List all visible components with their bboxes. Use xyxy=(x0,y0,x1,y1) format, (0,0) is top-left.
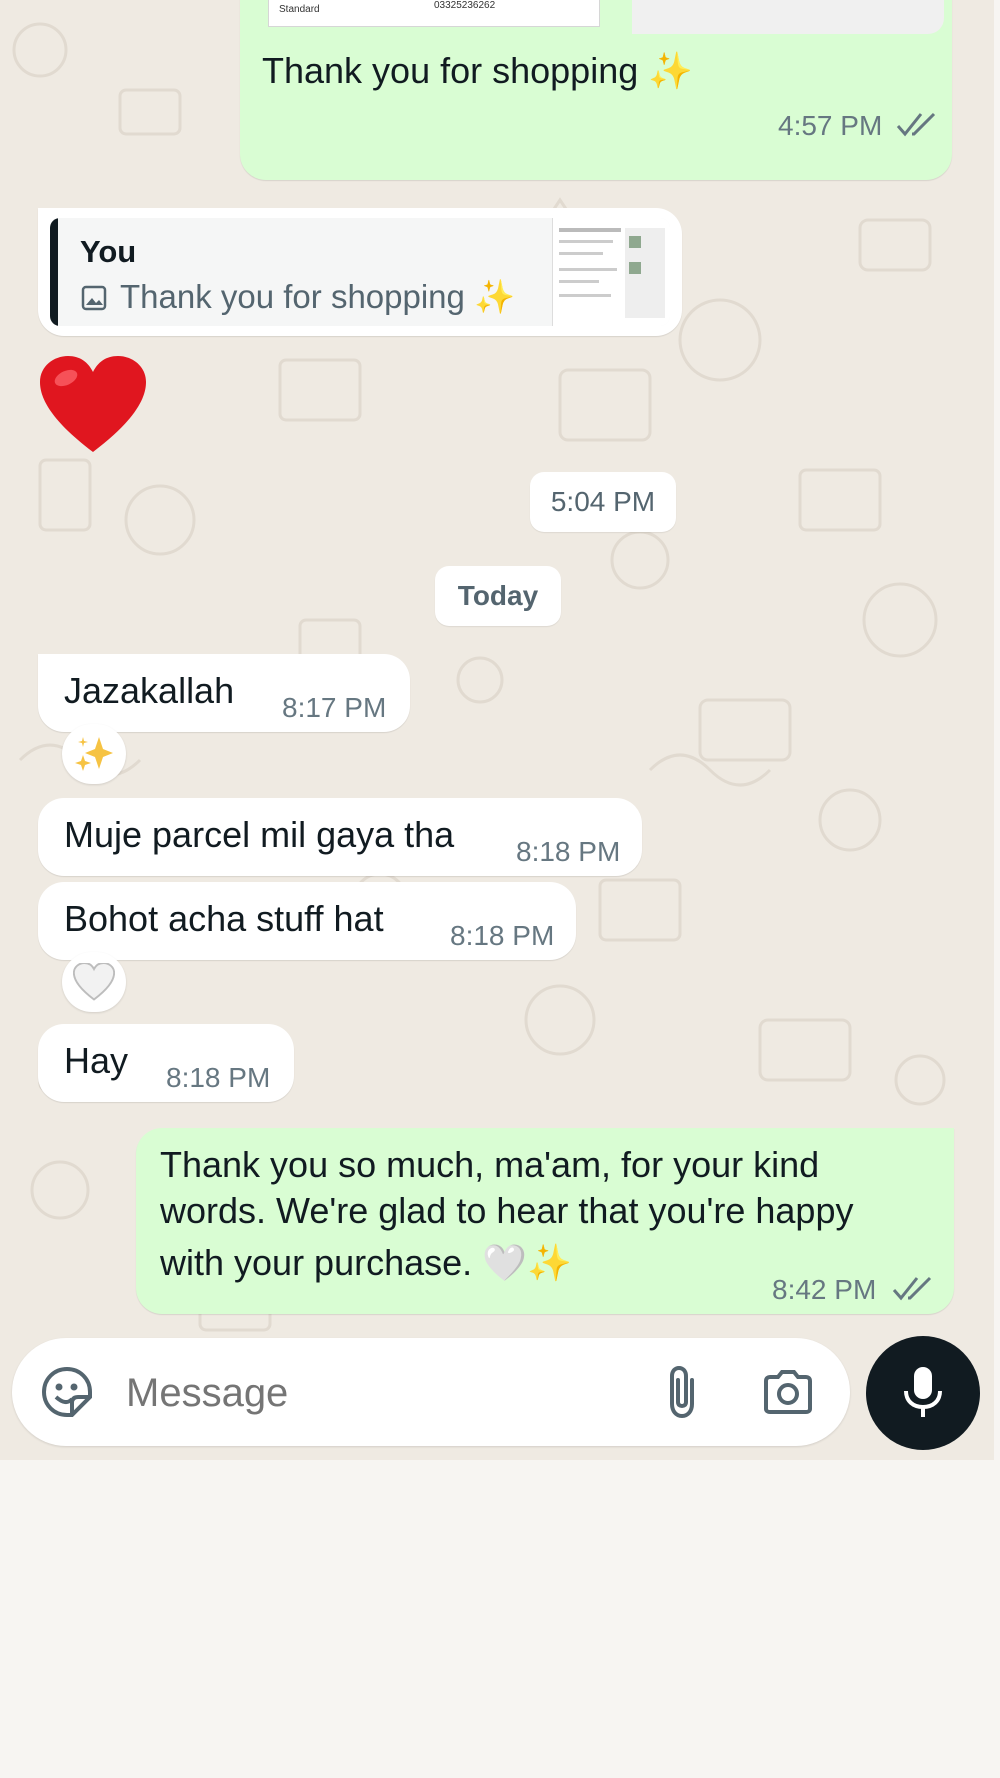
message-incoming-3[interactable]: Muje parcel mil gaya tha 8:18 PM xyxy=(38,798,642,876)
message-time: 8:18 PM xyxy=(516,836,621,867)
message-incoming-4[interactable]: Bohot acha stuff hat 8:18 PM xyxy=(38,882,576,960)
message-time: 8:18 PM xyxy=(166,1062,271,1093)
message-outgoing-1[interactable]: Standard 03325236262 Thank you for shopp… xyxy=(240,0,952,180)
message-text: Bohot acha stuff hat xyxy=(64,898,384,939)
message-text: Thank you for shopping ✨ xyxy=(262,50,694,91)
read-ticks-icon xyxy=(896,112,936,137)
sticker-icon[interactable] xyxy=(40,1365,94,1419)
document-phone: 03325236262 xyxy=(434,0,496,11)
document-preview[interactable]: Standard 03325236262 xyxy=(268,0,600,27)
message-text: Jazakallah xyxy=(64,670,235,711)
document-preview-right xyxy=(632,0,944,34)
voice-record-button[interactable] xyxy=(866,1336,980,1450)
message-time: 8:42 PM xyxy=(772,1274,877,1305)
sparkles-icon xyxy=(75,737,113,771)
message-text-line-2: words. We're glad to hear that you're ha… xyxy=(160,1190,854,1231)
image-icon xyxy=(81,285,107,311)
message-incoming-2[interactable]: Jazakallah 8:17 PM xyxy=(38,654,410,732)
message-incoming-5[interactable]: Hay 8:18 PM xyxy=(38,1024,294,1102)
message-text-line-3: with your purchase. 🤍✨ xyxy=(160,1242,572,1283)
message-text: Muje parcel mil gaya tha xyxy=(64,814,455,855)
message-outgoing-6[interactable]: Thank you so much, ma'am, for your kind … xyxy=(136,1128,954,1314)
message-input[interactable] xyxy=(124,1366,548,1420)
mic-icon xyxy=(904,1367,942,1417)
message-text: Hay xyxy=(64,1040,129,1081)
attach-icon[interactable] xyxy=(662,1364,702,1420)
message-composer[interactable] xyxy=(12,1338,850,1446)
read-ticks-icon xyxy=(892,1276,932,1301)
message-time: 8:18 PM xyxy=(450,920,555,951)
white-heart-icon xyxy=(73,963,115,1001)
quote-bar xyxy=(50,218,58,326)
message-incoming-reply[interactable]: You Thank you for shopping ✨ xyxy=(38,208,682,336)
reaction-badge[interactable] xyxy=(62,724,126,784)
message-time: 8:17 PM xyxy=(282,692,387,723)
quoted-thumbnail xyxy=(552,218,670,326)
document-label: Standard xyxy=(279,4,320,15)
quoted-author: You xyxy=(80,234,137,269)
quoted-message[interactable]: You Thank you for shopping ✨ xyxy=(50,218,670,326)
camera-icon[interactable] xyxy=(762,1369,814,1415)
chat-area[interactable]: Standard 03325236262 Thank you for shopp… xyxy=(0,0,994,1460)
message-text-line-1: Thank you so much, ma'am, for your kind xyxy=(160,1144,820,1185)
time-pill: 5:04 PM xyxy=(530,472,676,532)
date-divider: Today xyxy=(435,566,561,626)
heart-emoji-message[interactable] xyxy=(38,356,148,456)
message-time: 4:57 PM xyxy=(778,110,883,141)
reaction-badge[interactable] xyxy=(62,952,126,1012)
quoted-text: Thank you for shopping ✨ xyxy=(120,278,516,315)
heart-icon xyxy=(40,356,146,452)
